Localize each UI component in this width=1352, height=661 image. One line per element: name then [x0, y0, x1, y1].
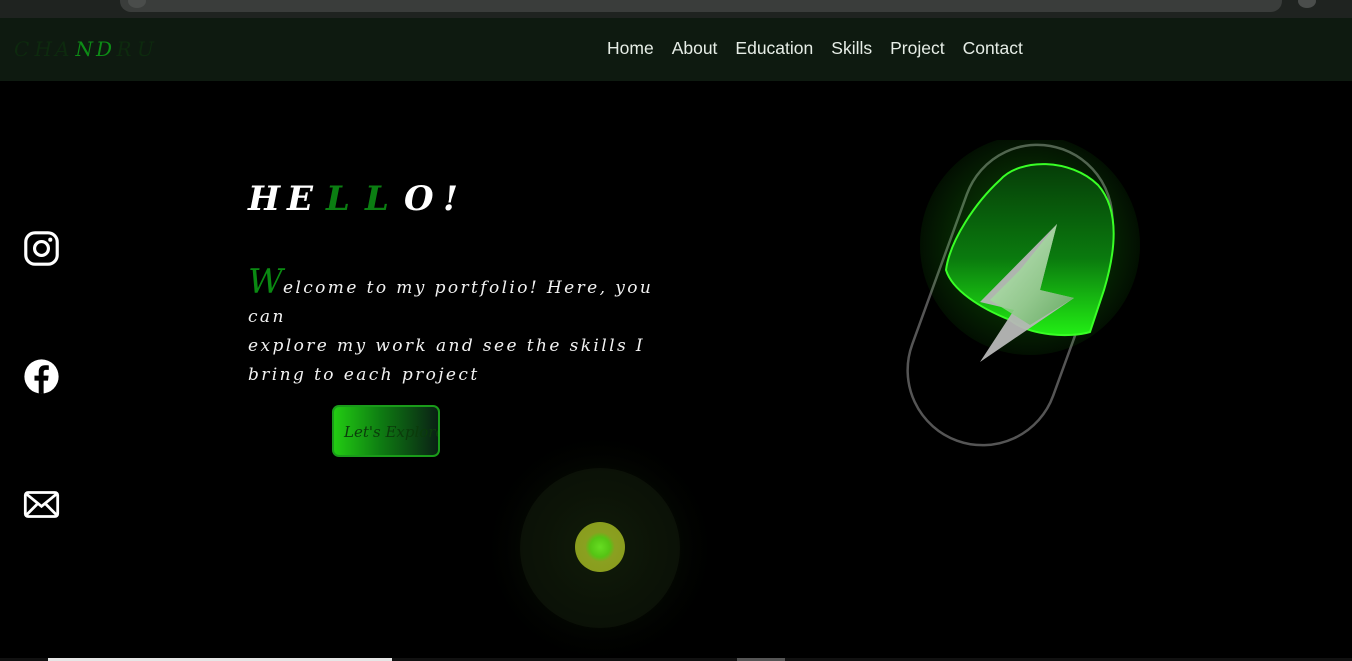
nav-contact-link[interactable]: Contact	[963, 38, 1023, 59]
logo-letter: C	[14, 37, 30, 61]
nav-home-link[interactable]: Home	[607, 38, 654, 59]
site-logo[interactable]: C H A N D R U	[14, 37, 158, 61]
nav-education-link[interactable]: Education	[735, 38, 813, 59]
welcome-line: bring to each project	[248, 365, 480, 385]
hello-letter: L	[365, 179, 389, 219]
logo-letter: R	[116, 37, 132, 61]
hello-letter: !	[443, 179, 458, 219]
hello-letter: L	[326, 179, 350, 219]
logo-letter: D	[96, 37, 113, 61]
lightning-bolt-illustration	[906, 140, 1140, 447]
lets-explore-button[interactable]: Let's Explore	[332, 405, 440, 457]
hello-letter: E	[287, 179, 313, 219]
mail-icon[interactable]	[23, 486, 60, 523]
nav-skills-link[interactable]: Skills	[831, 38, 872, 59]
welcome-initial: W	[248, 262, 283, 302]
nav-project-link[interactable]: Project	[890, 38, 944, 59]
welcome-text: Welcome to my portfolio! Here, you can e…	[248, 265, 678, 390]
browser-chrome-strip	[0, 0, 1352, 18]
logo-letter: N	[75, 37, 94, 61]
hello-letter: H	[248, 179, 281, 219]
welcome-line: elcome to my portfolio! Here, you can	[248, 278, 654, 327]
logo-letter: A	[55, 37, 70, 61]
nav-about-link[interactable]: About	[672, 38, 718, 59]
instagram-icon[interactable]	[23, 230, 60, 267]
logo-letter: U	[137, 37, 154, 61]
navbar: C H A N D R U Home About Education Skill…	[0, 18, 1352, 81]
logo-letter: H	[34, 37, 52, 61]
welcome-line: explore my work and see the skills I	[248, 336, 645, 356]
profile-icon[interactable]	[1298, 0, 1316, 8]
facebook-icon[interactable]	[23, 358, 60, 395]
address-bar[interactable]	[120, 0, 1282, 12]
hello-letter: O	[404, 179, 434, 219]
glowing-orb	[575, 522, 625, 572]
nav-links: Home About Education Skills Project Cont…	[607, 38, 1023, 59]
hello-heading: H E L L O !	[248, 179, 482, 219]
